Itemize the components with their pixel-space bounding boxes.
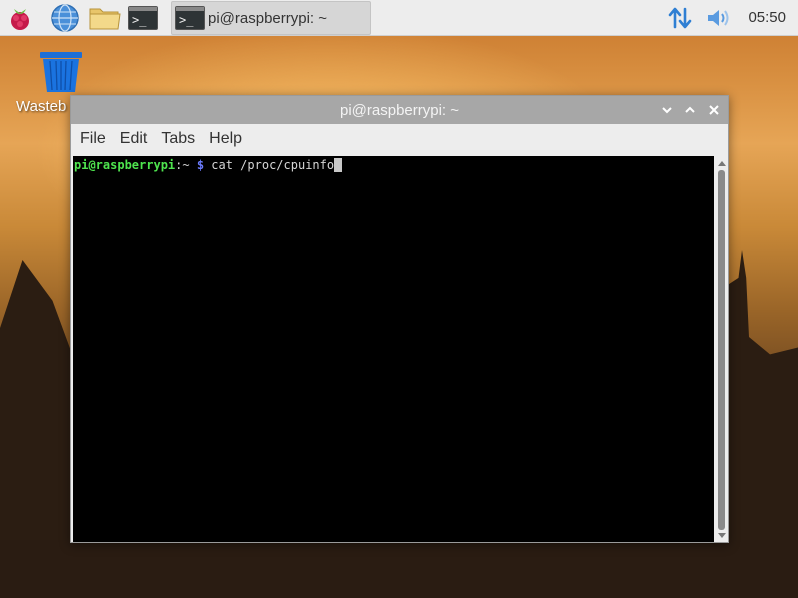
taskbar: >_ >_ pi@raspberrypi: ~ 05:50 [0, 0, 798, 36]
scrollbar-thumb[interactable] [718, 170, 725, 530]
terminal-output[interactable]: pi@raspberrypi:~ $ cat /proc/cpuinfo [73, 156, 714, 542]
menu-help[interactable]: Help [202, 130, 249, 148]
clock[interactable]: 05:50 [748, 9, 786, 26]
window-titlebar[interactable]: pi@raspberrypi: ~ [71, 96, 728, 124]
terminal-task-icon-wrap: >_ [175, 6, 205, 30]
terminal-launcher-icon[interactable]: >_ [128, 3, 158, 33]
volume-icon[interactable] [703, 3, 733, 33]
menu-file[interactable]: File [73, 130, 113, 148]
scroll-up-icon[interactable] [717, 159, 726, 167]
text-cursor [334, 158, 343, 172]
menu-edit[interactable]: Edit [113, 130, 155, 148]
window-title: pi@raspberrypi: ~ [339, 102, 460, 119]
terminal-icon: >_ [175, 6, 205, 30]
taskbar-window-title: pi@raspberrypi: ~ [208, 9, 328, 27]
network-updown-icon[interactable] [665, 3, 695, 33]
minimize-icon[interactable] [658, 101, 676, 119]
terminal-line: pi@raspberrypi:~ $ cat /proc/cpuinfo [74, 158, 713, 173]
menu-tabs[interactable]: Tabs [154, 130, 202, 148]
terminal-scrollbar[interactable] [716, 156, 727, 542]
terminal-window: pi@raspberrypi: ~ File Edit Tabs Help pi… [70, 95, 729, 543]
close-icon[interactable] [705, 101, 723, 119]
prompt-path: :~ [175, 158, 190, 172]
scroll-down-icon[interactable] [717, 532, 726, 540]
terminal-command: cat /proc/cpuinfo [204, 158, 335, 172]
background-ground [0, 540, 798, 598]
prompt-user: pi@raspberrypi [74, 158, 176, 172]
desktop-icon-label: Wasteb [16, 98, 67, 115]
taskbar-window-terminal[interactable]: >_ pi@raspberrypi: ~ [171, 1, 371, 35]
raspberry-menu-icon[interactable] [5, 3, 35, 33]
web-browser-icon[interactable] [50, 3, 80, 33]
menubar: File Edit Tabs Help [71, 124, 728, 154]
prompt-symbol: $ [189, 158, 205, 172]
maximize-icon[interactable] [681, 101, 699, 119]
file-manager-icon[interactable] [88, 3, 122, 33]
trash-icon [40, 52, 82, 92]
terminal-icon: >_ [128, 6, 158, 30]
